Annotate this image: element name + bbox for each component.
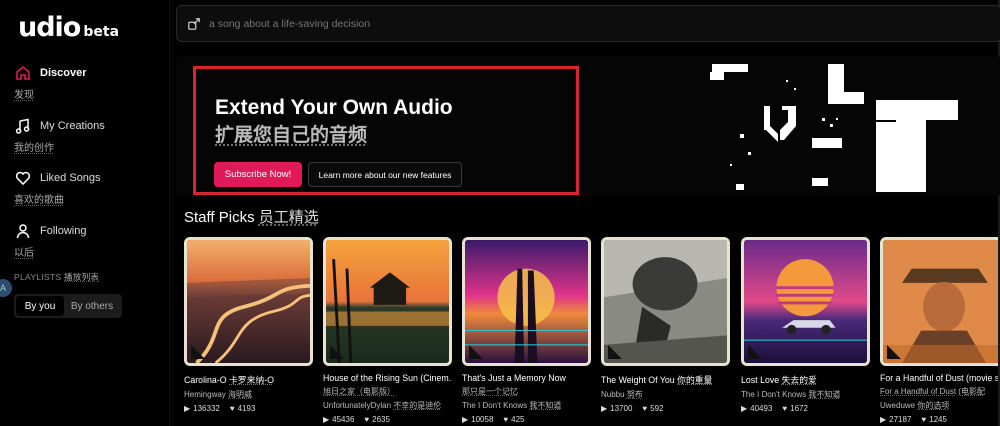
song-artist[interactable]: Uweduwe 你的选项 bbox=[880, 400, 998, 411]
song-card[interactable]: Carolina-O 卡罗来纳-O Hemingway 海明威 ▶ 136332 … bbox=[184, 237, 313, 413]
sidebar-item-translation: 我的创作 bbox=[14, 139, 164, 154]
corner-mark-icon bbox=[469, 345, 483, 359]
like-count: 592 bbox=[650, 404, 663, 413]
play-count: 45436 bbox=[332, 415, 354, 424]
play-icon: ▶ bbox=[601, 404, 607, 413]
search-bar[interactable] bbox=[176, 5, 1000, 42]
song-title: That's Just a Memory Now bbox=[462, 373, 591, 383]
song-cover[interactable] bbox=[323, 237, 452, 366]
heart-icon: ♥ bbox=[230, 404, 235, 413]
play-icon: ▶ bbox=[462, 415, 468, 424]
song-artist[interactable]: The I Don't Knows 我不知道 bbox=[462, 400, 591, 411]
song-cover[interactable] bbox=[462, 237, 591, 366]
play-count: 10058 bbox=[471, 415, 493, 424]
sidebar-item-label: Following bbox=[40, 225, 86, 237]
heart-icon: ♥ bbox=[921, 415, 926, 424]
song-title-translation: 那只是一个记忆 bbox=[462, 386, 591, 397]
playlist-filter-toggle: By you By others bbox=[14, 294, 122, 318]
song-card[interactable]: For a Handful of Dust (movie so For a Ha… bbox=[880, 237, 998, 424]
like-count: 425 bbox=[511, 415, 524, 424]
play-count: 13700 bbox=[610, 404, 632, 413]
song-stats: ▶ 136332 ♥ 4193 bbox=[184, 404, 313, 413]
song-title: For a Handful of Dust (movie so bbox=[880, 373, 998, 383]
song-stats: ▶ 10058 ♥ 425 bbox=[462, 415, 591, 424]
playlists-heading: PLAYLISTS 播放列表 bbox=[14, 271, 99, 283]
user-icon bbox=[14, 222, 32, 240]
logo[interactable]: udio beta bbox=[18, 12, 119, 43]
like-count: 2635 bbox=[372, 415, 390, 424]
sidebar-item-liked-songs[interactable]: Liked Songs 喜欢的歌曲 bbox=[14, 169, 164, 206]
music-note-icon bbox=[14, 117, 32, 135]
song-stats: ▶ 45436 ♥ 2635 bbox=[323, 415, 452, 424]
home-icon bbox=[14, 64, 32, 82]
song-title-translation: 旭日之家（电影版） bbox=[323, 386, 452, 397]
song-cover[interactable] bbox=[741, 237, 870, 366]
song-artist[interactable]: Hemingway 海明威 bbox=[184, 389, 313, 400]
play-icon: ▶ bbox=[880, 415, 886, 424]
heart-icon: ♥ bbox=[503, 415, 508, 424]
play-icon: ▶ bbox=[323, 415, 329, 424]
heart-icon: ♥ bbox=[782, 404, 787, 413]
sidebar-item-label: My Creations bbox=[40, 120, 105, 132]
song-card[interactable]: Lost Love 失去的爱 The I Don't Knows 我不知道 ▶ 4… bbox=[741, 237, 870, 413]
song-artist[interactable]: The I Don't Knows 我不知道 bbox=[741, 389, 870, 400]
like-count: 4193 bbox=[238, 404, 256, 413]
song-card[interactable]: That's Just a Memory Now 那只是一个记忆 The I D… bbox=[462, 237, 591, 424]
play-count: 136332 bbox=[193, 404, 220, 413]
corner-mark-icon bbox=[887, 345, 901, 359]
learn-more-button[interactable]: Learn more about our new features bbox=[308, 162, 462, 187]
song-stats: ▶ 27187 ♥ 1245 bbox=[880, 415, 998, 424]
song-card[interactable]: The Weight Of You 你的重量 Nubbu 努布 ▶ 13700 ♥… bbox=[601, 237, 730, 413]
create-prompt-icon bbox=[187, 17, 201, 31]
song-card[interactable]: House of the Rising Sun (Cinem... 旭日之家（电… bbox=[323, 237, 452, 424]
song-cover[interactable] bbox=[601, 237, 730, 366]
beta-badge: beta bbox=[83, 24, 119, 40]
play-count: 27187 bbox=[889, 415, 911, 424]
subscribe-button[interactable]: Subscribe Now! bbox=[214, 162, 302, 187]
song-cover[interactable] bbox=[184, 237, 313, 366]
sidebar-item-discover[interactable]: Discover 发现 bbox=[14, 64, 164, 101]
avatar[interactable]: A bbox=[0, 279, 12, 297]
song-cover[interactable] bbox=[880, 237, 998, 366]
song-artist[interactable]: For a Handful of Dust (电影配 bbox=[880, 386, 998, 397]
song-title: House of the Rising Sun (Cinem... bbox=[323, 373, 452, 383]
banner-title-translation: 扩展您自己的音频 bbox=[215, 120, 367, 147]
song-stats: ▶ 40493 ♥ 1672 bbox=[741, 404, 870, 413]
song-title: The Weight Of You 你的重量 bbox=[601, 373, 730, 386]
corner-mark-icon bbox=[191, 345, 205, 359]
sidebar-item-translation: 喜欢的歌曲 bbox=[14, 191, 164, 206]
by-you-tab[interactable]: By you bbox=[16, 296, 64, 316]
play-icon: ▶ bbox=[184, 404, 190, 413]
heart-icon bbox=[14, 169, 32, 187]
song-title: Carolina-O 卡罗来纳-O bbox=[184, 373, 313, 386]
sidebar: udio beta Discover 发现 My Creations 我的创作 L… bbox=[0, 0, 170, 426]
sidebar-item-my-creations[interactable]: My Creations 我的创作 bbox=[14, 117, 164, 154]
song-artist[interactable]: Nubbu 努布 bbox=[601, 389, 730, 400]
song-artist[interactable]: UnfortunatelyDylan 不幸的是迪伦 bbox=[323, 400, 452, 411]
play-count: 40493 bbox=[750, 404, 772, 413]
sidebar-item-translation: 以后 bbox=[14, 244, 164, 259]
heart-icon: ♥ bbox=[364, 415, 369, 424]
song-title: Lost Love 失去的爱 bbox=[741, 373, 870, 386]
search-input[interactable] bbox=[209, 18, 809, 30]
by-others-tab[interactable]: By others bbox=[64, 296, 120, 316]
sidebar-item-label: Liked Songs bbox=[40, 172, 101, 184]
play-icon: ▶ bbox=[741, 404, 747, 413]
like-count: 1245 bbox=[929, 415, 947, 424]
sidebar-item-following[interactable]: Following 以后 bbox=[14, 222, 164, 259]
song-stats: ▶ 13700 ♥ 592 bbox=[601, 404, 730, 413]
staff-picks-heading: Staff Picks 员工精选 bbox=[184, 206, 319, 227]
corner-mark-icon bbox=[608, 345, 622, 359]
like-count: 1672 bbox=[790, 404, 808, 413]
banner-title: Extend Your Own Audio bbox=[215, 96, 453, 120]
sidebar-item-label: Discover bbox=[40, 67, 86, 79]
sidebar-item-translation: 发现 bbox=[14, 86, 164, 101]
heart-icon: ♥ bbox=[642, 404, 647, 413]
corner-mark-icon bbox=[330, 345, 344, 359]
banner-artwork bbox=[700, 62, 980, 194]
corner-mark-icon bbox=[748, 345, 762, 359]
